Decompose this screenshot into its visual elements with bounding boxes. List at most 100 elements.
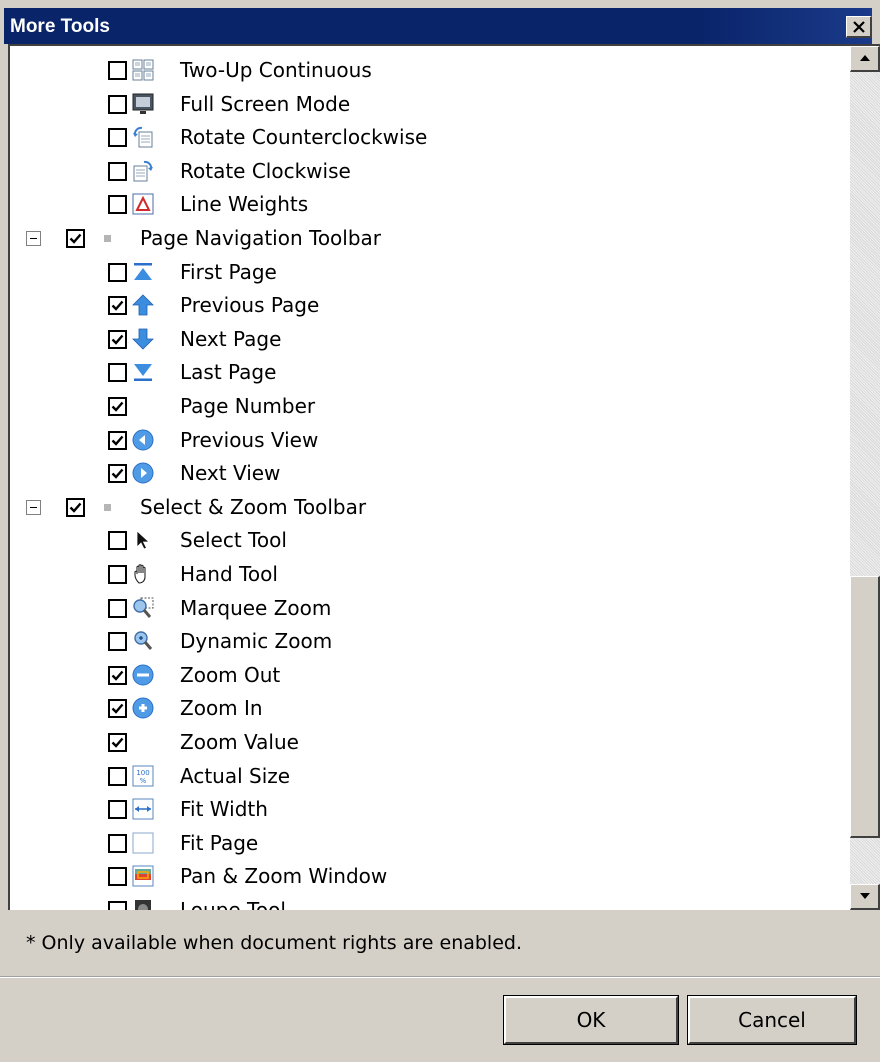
item-checkbox[interactable] (108, 262, 127, 282)
item-label: Select Tool (180, 528, 287, 553)
item-checkbox[interactable] (108, 632, 127, 652)
svg-text:%: % (140, 777, 147, 785)
actual-size-icon: 100% (132, 765, 154, 787)
svg-text:100: 100 (136, 769, 149, 777)
tree-item-row[interactable]: Pan & Zoom Window (10, 860, 848, 894)
item-checkbox[interactable] (108, 598, 127, 618)
loupe-icon (132, 899, 154, 910)
tree-item-row[interactable]: Previous Page (10, 289, 848, 323)
item-label: Previous View (180, 427, 319, 452)
group-checkbox[interactable] (66, 229, 85, 248)
tree-item-row[interactable]: Rotate Clockwise (10, 155, 848, 189)
tree-item-row[interactable]: Zoom Value (10, 726, 848, 760)
item-label: Two-Up Continuous (180, 58, 372, 82)
cancel-button[interactable]: Cancel (687, 995, 857, 1045)
item-checkbox[interactable] (108, 329, 127, 349)
rotate-cw-icon (132, 160, 154, 182)
rights-footnote: * Only available when document rights ar… (26, 932, 523, 954)
item-checkbox[interactable] (108, 565, 127, 584)
item-checkbox[interactable] (108, 464, 127, 484)
item-checkbox[interactable] (108, 94, 127, 114)
tree-item-row[interactable]: Previous View (10, 424, 848, 458)
tree-item-row[interactable]: Dynamic Zoom (10, 625, 848, 659)
tree-item-row[interactable]: Zoom In (10, 692, 848, 726)
line-weights-icon (132, 193, 154, 215)
scroll-down-button[interactable] (850, 884, 880, 910)
item-checkbox[interactable] (108, 665, 127, 685)
group-label: Select & Zoom Toolbar (140, 494, 367, 519)
arrow-up-icon (860, 55, 870, 61)
item-label: Marquee Zoom (180, 595, 332, 620)
item-label: Fit Width (180, 797, 268, 822)
tree-item-row[interactable]: Next View (10, 457, 848, 491)
dialog-title: More Tools (10, 16, 110, 37)
group-bullet-icon (104, 235, 111, 242)
item-checkbox[interactable] (108, 867, 127, 887)
item-checkbox[interactable] (108, 363, 127, 383)
tree-item-row[interactable]: Page Number (10, 390, 848, 424)
tree-item-row[interactable]: 100% Actual Size (10, 760, 848, 794)
collapse-toggle-icon[interactable] (26, 499, 41, 515)
item-checkbox[interactable] (108, 128, 127, 148)
footer-divider (0, 976, 880, 978)
tree-item-row[interactable]: Hand Tool (10, 558, 848, 592)
tree-group-row[interactable]: Select & Zoom Toolbar (10, 491, 848, 525)
item-checkbox[interactable] (108, 833, 127, 853)
item-label: Rotate Counterclockwise (180, 125, 428, 150)
first-page-icon (132, 261, 154, 283)
collapse-toggle-icon[interactable] (26, 231, 41, 246)
title-bar: More Tools (4, 8, 872, 44)
item-label: Previous Page (180, 293, 320, 318)
item-checkbox[interactable] (108, 296, 127, 316)
tree-group-row[interactable]: Page Navigation Toolbar (10, 222, 848, 256)
item-checkbox[interactable] (108, 397, 127, 416)
ok-button[interactable]: OK (503, 995, 679, 1045)
item-checkbox[interactable] (108, 161, 127, 181)
item-checkbox[interactable] (108, 766, 127, 786)
vertical-scrollbar[interactable] (850, 46, 880, 910)
arrow-down-icon (860, 893, 870, 899)
item-label: Next View (180, 461, 281, 486)
zoom-in-icon (132, 697, 154, 719)
tree-item-row[interactable]: Marquee Zoom (10, 592, 848, 626)
tree-item-row[interactable]: Two-Up Continuous (10, 54, 848, 88)
tree-item-row[interactable]: Last Page (10, 356, 848, 390)
item-label: Pan & Zoom Window (180, 864, 388, 889)
tree-item-row[interactable]: First Page (10, 256, 848, 290)
tree-item-row[interactable]: Rotate Counterclockwise (10, 121, 848, 155)
next-page-icon (132, 328, 154, 350)
item-checkbox[interactable] (108, 901, 127, 910)
tree-item-row[interactable]: Fit Page (10, 827, 848, 861)
scroll-up-button[interactable] (850, 46, 880, 72)
item-label: Next Page (180, 326, 282, 351)
tree-item-row[interactable]: Zoom Out (10, 659, 848, 693)
item-checkbox[interactable] (108, 800, 127, 820)
dynamic-zoom-icon (132, 630, 154, 652)
full-screen-icon (132, 93, 154, 115)
item-checkbox[interactable] (108, 61, 127, 80)
item-label: First Page (180, 259, 277, 284)
hand-icon (132, 563, 154, 585)
item-label: Line Weights (180, 192, 309, 217)
item-checkbox[interactable] (108, 699, 127, 719)
fit-page-icon (132, 832, 154, 854)
item-checkbox[interactable] (108, 531, 127, 551)
scroll-thumb[interactable] (850, 576, 880, 838)
tree-item-row[interactable]: Full Screen Mode (10, 88, 848, 122)
item-label: Rotate Clockwise (180, 158, 351, 183)
item-label: Zoom In (180, 696, 263, 721)
item-label: Actual Size (180, 763, 291, 788)
tree-item-row[interactable]: Next Page (10, 323, 848, 357)
tree-item-row[interactable]: Line Weights (10, 188, 848, 222)
tree-item-row[interactable]: Loupe Tool (10, 894, 848, 910)
tree-item-row[interactable]: Fit Width (10, 793, 848, 827)
next-view-icon (132, 462, 154, 484)
tree-item-row[interactable]: Select Tool (10, 524, 848, 558)
group-bullet-icon (104, 503, 111, 511)
item-checkbox[interactable] (108, 430, 127, 450)
item-checkbox[interactable] (108, 195, 127, 215)
item-checkbox[interactable] (108, 733, 127, 752)
group-checkbox[interactable] (66, 497, 85, 517)
tools-list[interactable]: Two-Up Continuous Full Screen Mode Rotate … (8, 44, 880, 910)
close-button[interactable] (846, 16, 872, 38)
